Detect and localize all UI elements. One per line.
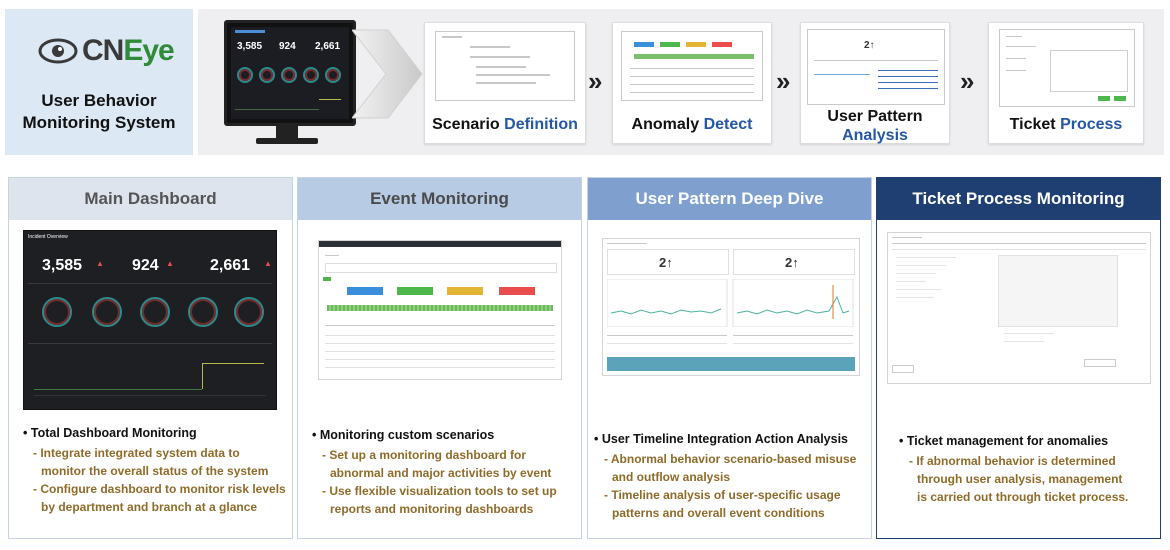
chevron-right-icon: »	[588, 66, 603, 96]
screenshot-header: Incident Overview	[28, 234, 68, 240]
step-user-pattern-analysis[interactable]: 2↑ User Pattern Analysis	[800, 22, 950, 144]
kpi-value: 3,585	[42, 257, 83, 274]
monitor-kpi-3: 2,661	[315, 41, 341, 52]
kpi-value: 2,661	[210, 257, 251, 274]
user-pattern-screenshot: 2↑ 2↑	[602, 238, 860, 376]
step-anomaly-detect[interactable]: Anomaly Detect	[612, 22, 772, 144]
step-label: User Pattern	[827, 108, 923, 125]
big-arrow-icon	[352, 29, 423, 119]
bullet-sub-2: - Timeline analysis of user-specific usa…	[604, 488, 841, 520]
bullet-sub-1: - Set up a monitoring dashboard for abno…	[322, 448, 552, 480]
kpi-value: 924	[132, 257, 159, 274]
bullet-main: • User Timeline Integration Action Analy…	[594, 432, 848, 446]
bullet-icon: •	[23, 426, 28, 440]
step-ticket-process[interactable]: Ticket Process	[988, 22, 1144, 144]
panel-title: Ticket Process Monitoring	[877, 178, 1160, 220]
kpi-delta-icon: ▲	[166, 259, 174, 268]
eye-icon	[38, 38, 78, 64]
bullet-sub-2: - Use flexible visualization tools to se…	[322, 484, 557, 516]
kpi-delta-icon: ▲	[96, 259, 104, 268]
step-label: Scenario	[432, 116, 500, 133]
panel-user-pattern-deep-dive: User Pattern Deep Dive 2↑ 2↑ • User Time…	[587, 177, 872, 539]
panel-title: Main Dashboard	[9, 178, 292, 220]
step-highlight: Process	[1060, 116, 1123, 133]
ticket-process-screenshot	[887, 232, 1151, 384]
bullet-icon: •	[594, 432, 599, 446]
chevron-right-icon: »	[776, 66, 791, 96]
monitor-kpi-1: 3,585	[237, 41, 263, 52]
kpi-value: 2↑	[785, 255, 799, 270]
panel-main-dashboard: Main Dashboard Incident Overview 3,585 ▲…	[8, 177, 293, 539]
bullet-sub-1: - Abnormal behavior scenario-based misus…	[604, 452, 857, 484]
cneye-logo: CN Eye	[38, 34, 175, 68]
logo-text-cn: CN	[82, 34, 124, 67]
brand-title-line2: Monitoring System	[22, 113, 176, 132]
step-highlight: Analysis	[842, 127, 908, 144]
step-label: Anomaly	[631, 116, 700, 133]
panel-title: User Pattern Deep Dive	[588, 178, 871, 220]
panel-ticket-process-monitoring: Ticket Process Monitoring • Ticket manag…	[876, 177, 1161, 539]
monitor-screenshot: 3,585 924 2,661	[224, 20, 356, 126]
monitor-kpi-2: 924	[279, 41, 296, 52]
chevron-right-icon: »	[960, 66, 975, 96]
logo-text-eye: Eye	[123, 34, 174, 67]
bullet-main: • Ticket management for anomalies	[899, 434, 1109, 448]
step-highlight: Definition	[504, 116, 578, 133]
bullet-sub-2: - Configure dashboard to monitor risk le…	[33, 482, 286, 514]
panel-title: Event Monitoring	[298, 178, 581, 220]
bullet-main: • Monitoring custom scenarios	[312, 428, 495, 442]
main-dashboard-screenshot: Incident Overview 3,585 ▲ 924 ▲ 2,661 ▲	[23, 230, 277, 410]
step-highlight: Detect	[703, 116, 753, 133]
kpi-value: 2↑	[659, 255, 673, 270]
bullet-icon: •	[312, 428, 317, 442]
bullet-sub-1: - If abnormal behavior is determined thr…	[909, 454, 1129, 504]
bullet-sub-1: - Integrate integrated system data to mo…	[33, 446, 269, 478]
bullet-main: • Total Dashboard Monitoring	[23, 426, 197, 440]
kpi-delta-icon: ▲	[264, 259, 272, 268]
monitor-stand	[276, 123, 298, 139]
bullet-icon: •	[899, 434, 904, 448]
step-label: Ticket	[1009, 116, 1056, 133]
panel-event-monitoring: Event Monitoring • Monitoring custom sce…	[297, 177, 582, 539]
event-monitoring-screenshot	[318, 240, 562, 380]
brand-title-line1: User Behavior	[41, 91, 157, 110]
monitor-foot	[256, 138, 318, 144]
step-scenario-definition[interactable]: Scenario Definition	[424, 22, 586, 144]
